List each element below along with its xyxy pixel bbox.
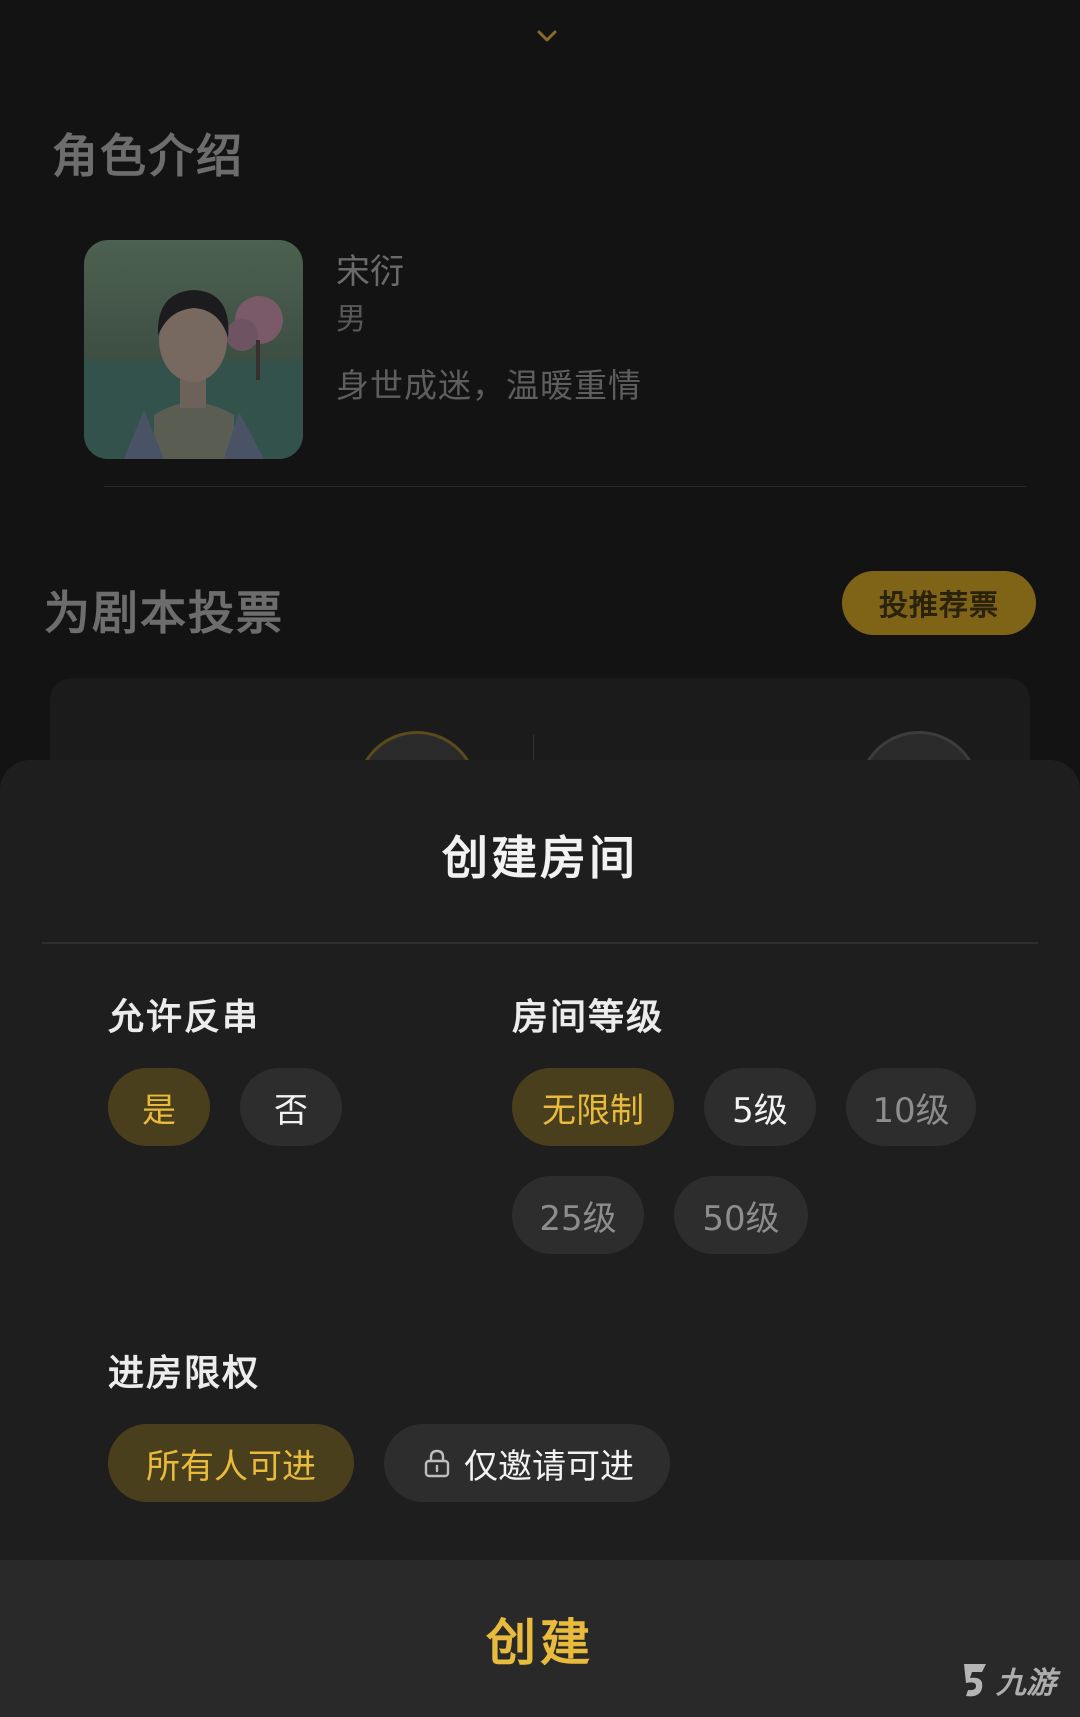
divider (104, 486, 1026, 487)
backstab-no-option[interactable]: 否 (240, 1068, 342, 1146)
watermark-text: 九游 (996, 1666, 1056, 1701)
sheet-title: 创建房间 (442, 831, 638, 885)
character-name: 宋衍 (336, 252, 404, 292)
create-room-sheet: 创建房间 允许反串 是 否 房间等级 无限制 5级 10级 25级 50级 进房… (0, 760, 1080, 1717)
access-everyone-option[interactable]: 所有人可进 (108, 1424, 354, 1502)
backstab-yes-option[interactable]: 是 (108, 1068, 210, 1146)
level-10-option[interactable]: 10级 (846, 1068, 976, 1146)
lock-icon (424, 1449, 450, 1478)
level-25-option[interactable]: 25级 (512, 1176, 644, 1254)
vote-section-title: 为剧本投票 (44, 586, 284, 640)
logo-icon (964, 1664, 986, 1697)
level-5-option[interactable]: 5级 (704, 1068, 816, 1146)
level-unlimited-option[interactable]: 无限制 (512, 1068, 674, 1146)
divider (42, 942, 1038, 944)
character-description: 身世成迷，温暖重情 (336, 366, 642, 405)
character-avatar[interactable] (84, 240, 303, 459)
vote-recommend-button[interactable]: 投推荐票 (842, 571, 1036, 635)
watermark-logo: 九游 (958, 1655, 1078, 1705)
character-intro-title: 角色介绍 (52, 129, 244, 183)
access-invite-only-option[interactable]: 仅邀请可进 (384, 1424, 670, 1502)
chevron-down-icon[interactable] (535, 24, 559, 48)
access-label: 进房限权 (108, 1353, 261, 1394)
create-button[interactable]: 创建 (0, 1560, 1080, 1717)
level-50-option[interactable]: 50级 (674, 1176, 808, 1254)
backstab-label: 允许反串 (108, 997, 261, 1038)
access-invite-only-label: 仅邀请可进 (464, 1446, 634, 1487)
create-bar: 创建 (0, 1560, 1080, 1717)
room-level-label: 房间等级 (512, 997, 665, 1038)
character-gender: 男 (336, 302, 366, 337)
